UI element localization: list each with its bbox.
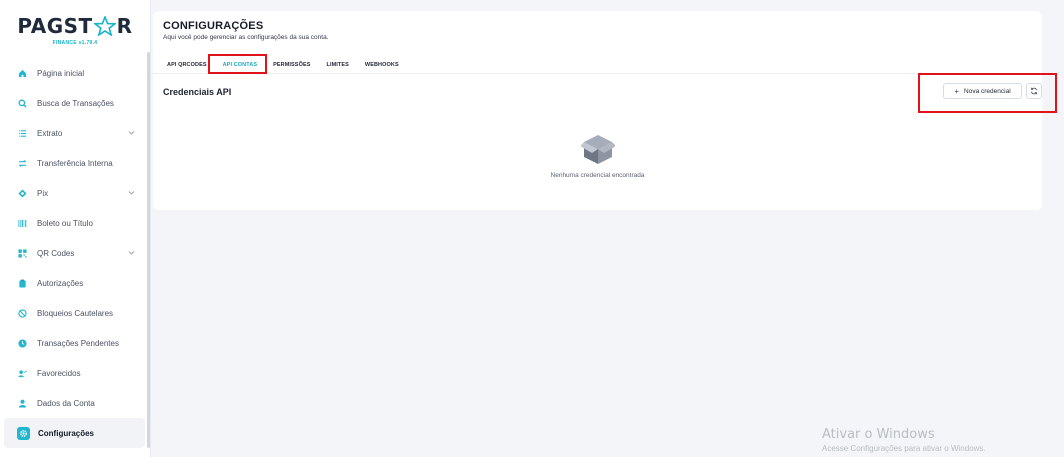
- sidebar-item-pix[interactable]: Pix: [0, 178, 147, 208]
- user-icon: [17, 398, 27, 408]
- windows-activation-watermark: Ativar o Windows Acesse Configurações pa…: [822, 427, 986, 453]
- sidebar-item-label: Pix: [37, 188, 49, 198]
- empty-state: Nenhuma credencial encontrada: [153, 132, 1042, 179]
- sidebar-item-label: QR Codes: [37, 248, 75, 258]
- new-credential-button[interactable]: + Nova credencial: [943, 83, 1022, 99]
- sidebar-item-label: Transações Pendentes: [37, 338, 119, 348]
- star-icon: [93, 16, 116, 36]
- tab-webhooks[interactable]: WEBHOOKS: [357, 58, 407, 73]
- empty-state-text: Nenhuma credencial encontrada: [550, 172, 645, 179]
- tab-api-contas[interactable]: API CONTAS: [215, 58, 266, 73]
- sidebar-item-label: Busca de Transações: [37, 98, 114, 108]
- page-title: CONFIGURAÇÕES: [163, 20, 264, 32]
- users-icon: [17, 368, 27, 378]
- pix-icon: [17, 188, 27, 198]
- logo-wordmark: PAGST R: [17, 14, 132, 38]
- tab-api-qrcodes[interactable]: API QRCODES: [159, 58, 215, 73]
- sidebar-item-bloqueios-cautelares[interactable]: Bloqueios Cautelares: [0, 298, 147, 328]
- app-version: FINANCE v1.79.4: [52, 40, 98, 46]
- sidebar-item-pagina-inicial[interactable]: Página inicial: [0, 58, 147, 88]
- sidebar-item-transacoes-pendentes[interactable]: Transações Pendentes: [0, 328, 147, 358]
- sidebar: PAGST R FINANCE v1.79.4 Página inicial B…: [0, 0, 151, 457]
- section-title: Credenciais API: [163, 87, 232, 97]
- tab-limites[interactable]: LIMITES: [319, 58, 357, 73]
- logo-text-right: R: [116, 14, 133, 38]
- plus-icon: +: [954, 86, 960, 96]
- new-credential-label: Nova credencial: [964, 87, 1011, 95]
- clock-icon: [17, 338, 27, 348]
- sidebar-item-label: Página inicial: [37, 68, 85, 78]
- gear-icon: [17, 426, 30, 440]
- sidebar-item-autorizacoes[interactable]: Autorizações: [0, 268, 147, 298]
- sidebar-item-label: Autorizações: [37, 278, 84, 288]
- refresh-icon: [1031, 87, 1037, 95]
- logo-text-left: PAGST: [17, 14, 93, 38]
- sidebar-scrollbar[interactable]: [147, 52, 150, 448]
- sidebar-item-label: Dados da Conta: [37, 398, 95, 408]
- chevron-down-icon: [128, 251, 135, 255]
- qrcode-icon: [17, 248, 27, 258]
- sidebar-item-configuracoes[interactable]: Configurações: [4, 418, 145, 448]
- sidebar-item-busca-de-transacoes[interactable]: Busca de Transações: [0, 88, 147, 118]
- watermark-title: Ativar o Windows: [822, 427, 935, 442]
- settings-card: CONFIGURAÇÕES Aqui você pode gerenciar a…: [153, 11, 1042, 210]
- chevron-down-icon: [128, 131, 135, 135]
- sidebar-item-label: Favorecidos: [37, 368, 81, 378]
- watermark-subtitle: Acesse Configurações para ativar o Windo…: [822, 444, 986, 453]
- page-subtitle: Aqui você pode gerenciar as configuraçõe…: [163, 34, 329, 41]
- sidebar-item-label: Bloqueios Cautelares: [37, 308, 114, 318]
- brand-logo: PAGST R FINANCE v1.79.4: [0, 14, 150, 46]
- tab-permissoes[interactable]: PERMISSÕES: [265, 58, 318, 73]
- sidebar-item-dados-da-conta[interactable]: Dados da Conta: [0, 388, 147, 418]
- refresh-button[interactable]: [1026, 83, 1042, 99]
- transfer-icon: [17, 158, 27, 168]
- sidebar-item-label: Extrato: [37, 128, 63, 138]
- home-icon: [17, 68, 27, 78]
- sidebar-item-label: Boleto ou Título: [37, 218, 93, 228]
- sidebar-item-extrato[interactable]: Extrato: [0, 118, 147, 148]
- sidebar-item-favorecidos[interactable]: Favorecidos: [0, 358, 147, 388]
- sidebar-item-transferencia-interna[interactable]: Transferência Interna: [0, 148, 147, 178]
- search-icon: [17, 98, 27, 108]
- sidebar-nav: Página inicial Busca de Transações Extra…: [0, 58, 147, 448]
- block-icon: [17, 308, 27, 318]
- list-icon: [17, 128, 27, 138]
- sidebar-item-qr-codes[interactable]: QR Codes: [0, 238, 147, 268]
- clipboard-icon: [17, 278, 27, 288]
- empty-box-icon: [580, 135, 615, 164]
- settings-tabs: API QRCODES API CONTAS PERMISSÕES LIMITE…: [159, 58, 407, 73]
- sidebar-item-label: Transferência Interna: [37, 158, 113, 168]
- sidebar-item-label: Configurações: [38, 428, 95, 438]
- page-header: CONFIGURAÇÕES Aqui você pode gerenciar a…: [163, 20, 329, 41]
- barcode-icon: [17, 218, 27, 228]
- chevron-down-icon: [128, 191, 135, 195]
- sidebar-item-boleto-ou-titulo[interactable]: Boleto ou Título: [0, 208, 147, 238]
- tabs-divider: [153, 73, 1042, 74]
